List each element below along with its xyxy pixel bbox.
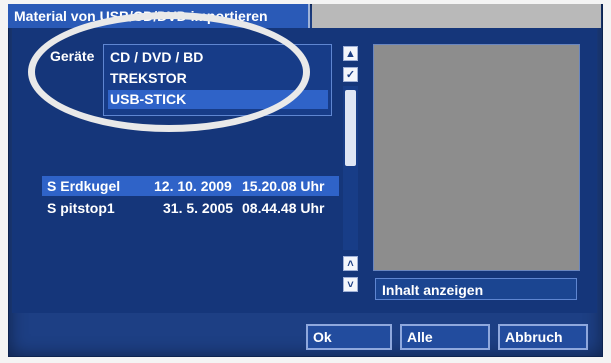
file-row[interactable]: S Erdkugel 12. 10. 2009 15.20.08 Uhr [42,176,339,196]
devices-list[interactable]: CD / DVD / BD TREKSTOR USB-STICK [103,44,332,116]
file-name: S Erdkugel [47,178,121,194]
dialog-title: Material von USB/CD/DVD importieren [8,4,310,28]
title-bar-filler [312,4,601,28]
show-content-button[interactable]: Inhalt anzeigen [375,278,577,300]
ok-button[interactable]: Ok [306,324,392,350]
device-item-cd-dvd-bd[interactable]: CD / DVD / BD [108,48,328,67]
device-item-usb-stick[interactable]: USB-STICK [108,90,328,109]
cancel-button[interactable]: Abbruch [498,324,588,350]
all-button[interactable]: Alle [400,324,490,350]
scroll-top-icon[interactable]: ▲ [343,46,358,61]
checkmark-icon[interactable]: ✓ [343,67,358,82]
scroll-down-icon[interactable]: ˅ [343,277,358,292]
preview-area [373,44,580,271]
file-name: S pitstop1 [47,200,115,216]
file-row[interactable]: S pitstop1 31. 5. 2005 08.44.48 Uhr [42,198,339,218]
devices-label: Geräte [50,48,95,64]
scroll-up-icon[interactable]: ˄ [343,256,358,271]
file-time: 15.20.08 Uhr [242,178,325,194]
device-item-trekstor[interactable]: TREKSTOR [108,69,328,88]
file-date: 12. 10. 2009 [154,178,232,194]
file-date: 31. 5. 2005 [163,200,234,216]
scrollbar-thumb[interactable] [345,90,356,166]
file-time: 08.44.48 Uhr [242,200,325,216]
